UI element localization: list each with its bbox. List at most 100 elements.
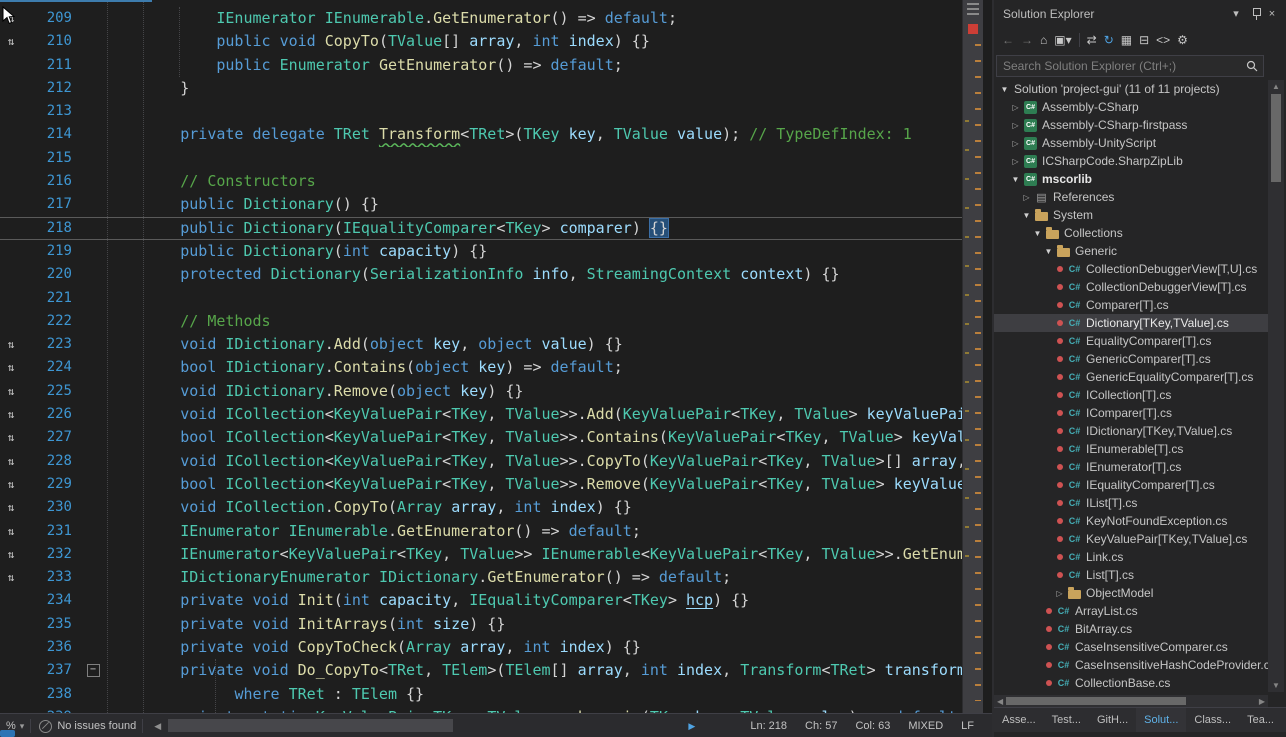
tree-item[interactable]: C#CollectionDebuggerView[T,U].cs	[994, 260, 1268, 278]
editor-horizontal-scrollbar[interactable]	[166, 714, 683, 737]
code-line[interactable]: 218 public Dictionary(IEqualityComparer<…	[0, 217, 962, 240]
scroll-down-icon[interactable]: ▼	[1268, 681, 1284, 690]
tree-item[interactable]: C#IEnumerator[T].cs	[994, 458, 1268, 476]
home-icon[interactable]: ⌂	[1040, 34, 1047, 46]
code-line[interactable]: ⇅226 void ICollection<KeyValuePair<TKey,…	[0, 403, 962, 426]
line-number[interactable]: 231	[22, 520, 80, 543]
explorer-vertical-scrollbar[interactable]: ▲ ▼	[1268, 80, 1284, 692]
code-line[interactable]: 211 public Enumerator GetEnumerator() =>…	[0, 54, 962, 77]
reference-glyph-icon[interactable]: ⇅	[0, 520, 22, 543]
show-all-files-icon[interactable]: ▦	[1121, 34, 1132, 46]
tree-item[interactable]: C#IDictionary[TKey,TValue].cs	[994, 422, 1268, 440]
hscroll-thumb[interactable]	[1006, 697, 1186, 705]
line-number[interactable]: 225	[22, 380, 80, 403]
chevron-collapsed-icon[interactable]: ▷	[1009, 121, 1022, 130]
reference-glyph-icon[interactable]: ⇅	[0, 30, 22, 53]
code-line[interactable]: ⇅231 IEnumerator IEnumerable.GetEnumerat…	[0, 520, 962, 543]
line-number[interactable]: 221	[22, 287, 80, 310]
hscroll-right-icon[interactable]: ▶	[1256, 697, 1268, 706]
tool-window-tab[interactable]: Class...	[1186, 708, 1239, 732]
code-line[interactable]: ⇅225 void IDictionary.Remove(object key)…	[0, 380, 962, 403]
code-line[interactable]: ⇅228 void ICollection<KeyValuePair<TKey,…	[0, 450, 962, 473]
tree-item[interactable]: ▷ObjectModel	[994, 584, 1268, 602]
line-number[interactable]: 224	[22, 356, 80, 379]
tree-item[interactable]: ▼Solution 'project-gui' (11 of 11 projec…	[994, 80, 1268, 98]
code-line[interactable]: ⇅227 bool ICollection<KeyValuePair<TKey,…	[0, 426, 962, 449]
forward-icon[interactable]: →	[1021, 34, 1033, 46]
code-line[interactable]: ⇅223 void IDictionary.Add(object key, ob…	[0, 333, 962, 356]
properties-icon[interactable]: ⚙	[1177, 34, 1188, 46]
code-line[interactable]: 215	[0, 147, 962, 170]
tree-item[interactable]: ▼Collections	[994, 224, 1268, 242]
code-line[interactable]: ⇅210 public void CopyTo(TValue[] array, …	[0, 30, 962, 53]
tree-item[interactable]: C#IEqualityComparer[T].cs	[994, 476, 1268, 494]
tree-item[interactable]: C#Comparer[T].cs	[994, 296, 1268, 314]
line-number[interactable]: 222	[22, 310, 80, 333]
code-line[interactable]: 234 private void Init(int capacity, IEqu…	[0, 589, 962, 612]
tool-window-tab[interactable]: GitH...	[1089, 708, 1136, 732]
window-position-icon[interactable]: ▾	[1228, 7, 1244, 20]
line-number[interactable]: 215	[22, 147, 80, 170]
line-number[interactable]: 239	[22, 706, 80, 713]
code-line[interactable]: 219 public Dictionary(int capacity) {}	[0, 240, 962, 263]
code-line[interactable]: 217 public Dictionary() {}	[0, 193, 962, 216]
tool-window-tab[interactable]: Test...	[1044, 708, 1089, 732]
scroll-up-icon[interactable]: ▲	[1268, 82, 1284, 91]
tool-window-tab[interactable]: Asse...	[994, 708, 1044, 732]
tree-item[interactable]: C#IComparer[T].cs	[994, 404, 1268, 422]
line-number[interactable]: 214	[22, 123, 80, 146]
code-line[interactable]: ⇅229 bool ICollection<KeyValuePair<TKey,…	[0, 473, 962, 496]
line-number[interactable]: 210	[22, 30, 80, 53]
tree-item[interactable]: C#EqualityComparer[T].cs	[994, 332, 1268, 350]
tree-item[interactable]: ▷C#Assembly-CSharp	[994, 98, 1268, 116]
tool-window-tab[interactable]: Solut...	[1136, 708, 1186, 732]
reference-glyph-icon[interactable]: ⇅	[0, 566, 22, 589]
document-health-icon[interactable]	[39, 720, 52, 733]
tree-item[interactable]: C#KeyValuePair[TKey,TValue].cs	[994, 530, 1268, 548]
chevron-expanded-icon[interactable]: ▼	[998, 85, 1011, 94]
eol-indicator[interactable]: LF	[961, 720, 974, 732]
line-number[interactable]: 211	[22, 54, 80, 77]
chevron-collapsed-icon[interactable]: ▷	[1020, 193, 1033, 202]
fold-collapse-icon[interactable]: −	[87, 664, 100, 677]
vscroll-thumb[interactable]	[1271, 94, 1281, 182]
code-line[interactable]: ⇅233 IDictionaryEnumerator IDictionary.G…	[0, 566, 962, 589]
search-input[interactable]	[997, 59, 1246, 73]
code-line[interactable]: 222 // Methods	[0, 310, 962, 333]
line-number[interactable]: 235	[22, 613, 80, 636]
line-number[interactable]: 216	[22, 170, 80, 193]
hscroll-thumb[interactable]	[168, 719, 453, 732]
back-icon[interactable]: ←	[1002, 34, 1014, 46]
line-number[interactable]: 227	[22, 426, 80, 449]
code-line[interactable]: 216 // Constructors	[0, 170, 962, 193]
reference-glyph-icon[interactable]: ⇅	[0, 543, 22, 566]
line-number[interactable]: 238	[22, 683, 80, 706]
tree-item[interactable]: ▼System	[994, 206, 1268, 224]
line-number[interactable]: 228	[22, 450, 80, 473]
tree-item[interactable]: ▷C#ICSharpCode.SharpZipLib	[994, 152, 1268, 170]
tree-item[interactable]: C#CollectionBase.cs	[994, 674, 1268, 692]
char-indicator[interactable]: Ch: 57	[805, 720, 837, 732]
code-line[interactable]: 235 private void InitArrays(int size) {}	[0, 613, 962, 636]
line-number[interactable]: 233	[22, 566, 80, 589]
line-number[interactable]: 220	[22, 263, 80, 286]
hscroll-right-icon[interactable]: ▶	[683, 721, 700, 732]
reference-glyph-icon[interactable]: ⇅	[0, 380, 22, 403]
splitter-grip-icon[interactable]	[967, 3, 979, 15]
chevron-collapsed-icon[interactable]: ▷	[1009, 139, 1022, 148]
code-line[interactable]: 214 private delegate TRet Transform<TRet…	[0, 123, 962, 146]
line-number[interactable]: 213	[22, 100, 80, 123]
tree-item[interactable]: ▼C#mscorlib	[994, 170, 1268, 188]
chevron-expanded-icon[interactable]: ▼	[1042, 247, 1055, 256]
close-icon[interactable]: ×	[1264, 8, 1280, 20]
tree-item[interactable]: ▼Generic	[994, 242, 1268, 260]
encoding-indicator[interactable]: MIXED	[908, 720, 943, 732]
panel-title-bar[interactable]: Solution Explorer ▾ ×	[994, 0, 1286, 27]
code-line[interactable]: 221	[0, 287, 962, 310]
reference-glyph-icon[interactable]: ⇅	[0, 426, 22, 449]
tree-item[interactable]: C#IList[T].cs	[994, 494, 1268, 512]
line-number[interactable]: 232	[22, 543, 80, 566]
line-number[interactable]: 209	[22, 7, 80, 30]
line-number[interactable]: 230	[22, 496, 80, 519]
line-number[interactable]: 236	[22, 636, 80, 659]
